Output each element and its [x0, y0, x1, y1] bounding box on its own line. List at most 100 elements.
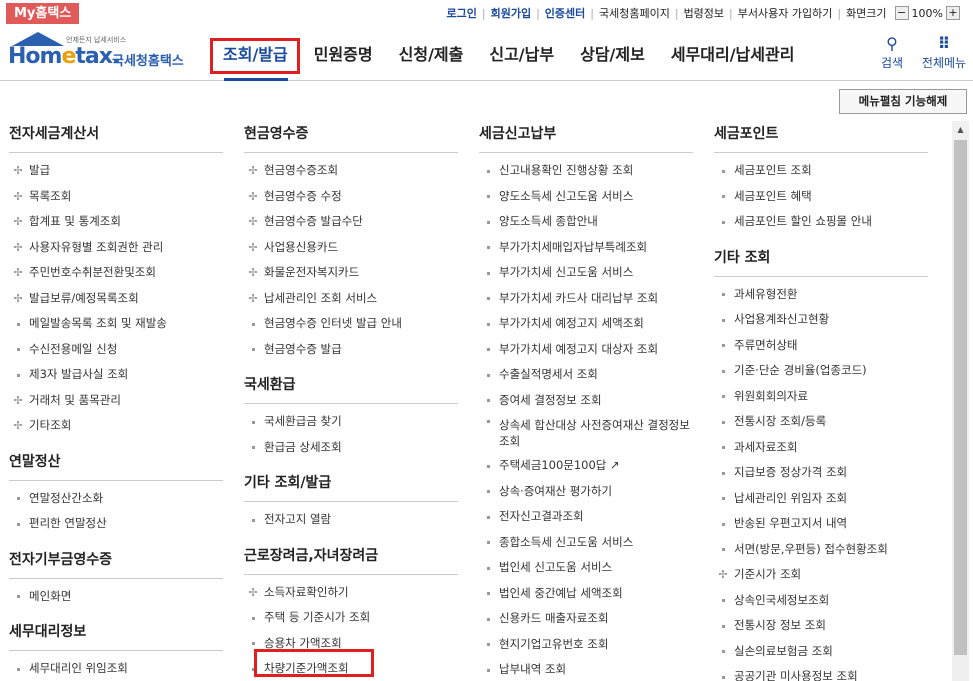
section-title[interactable]: 세금신고납부 [479, 121, 693, 153]
nav-consult-report[interactable]: 상담/제보 [567, 26, 658, 81]
menu-item[interactable]: 사업용계좌신고현황 [714, 307, 928, 333]
dept-user-signup-link[interactable]: 부서사용자 가입하기 [733, 5, 838, 21]
scroll-up-icon[interactable]: ▲ [952, 121, 969, 138]
nav-inquiry-issue[interactable]: 조회/발급 [210, 26, 301, 81]
menu-item[interactable]: 부가가치세매입자납부특례조회 [479, 235, 693, 261]
menu-item[interactable]: 세무대리인 위임조회 [9, 656, 223, 681]
menu-item[interactable]: 편리한 연말정산 [9, 511, 223, 537]
menu-item[interactable]: 양도소득세 종합안내 [479, 209, 693, 235]
menu-item[interactable]: ✢ 목록조회 [9, 184, 223, 210]
menu-item[interactable]: 환급금 상세조회 [244, 435, 458, 461]
menu-item[interactable]: ✢ 주민번호수취분전환및조회 [9, 260, 223, 286]
menu-item[interactable]: 주택 등 기준시가 조회 [244, 605, 458, 631]
hometax-logo[interactable]: 언제든지 납세서비스 Hometax. 국세청홈택스 [8, 32, 193, 72]
menu-item[interactable]: 현금영수증 발급 [244, 337, 458, 363]
menu-item[interactable]: ✢ 사업용신용카드 [244, 235, 458, 261]
menu-item[interactable]: 수출실적명세서 조회 [479, 362, 693, 388]
menu-item[interactable]: ✢ 발급보류/예정목록조회 [9, 286, 223, 312]
menu-item[interactable]: 과세자료조회 [714, 435, 928, 461]
nav-report-pay[interactable]: 신고/납부 [476, 26, 567, 81]
menu-item[interactable]: 세금포인트 할인 쇼핑몰 안내 [714, 209, 928, 235]
signup-link[interactable]: 회원가입 [486, 5, 536, 21]
my-hometax-button[interactable]: My홈택스 [6, 3, 80, 24]
menu-item[interactable]: 제3자 발급사실 조회 [9, 362, 223, 388]
nav-civil-certificate[interactable]: 민원증명 [301, 26, 386, 81]
all-menu-button[interactable]: ⠿ 전체메뉴 [918, 34, 970, 71]
menu-item[interactable]: 기준·단순 경비율(업종코드) [714, 358, 928, 384]
nav-tax-agent[interactable]: 세무대리/납세관리 [658, 26, 808, 81]
menu-item[interactable]: ✢ 사용자유형별 조회권한 관리 [9, 235, 223, 261]
scrollbar-thumb[interactable] [954, 140, 967, 655]
section-title[interactable]: 연말정산 [9, 449, 223, 481]
menu-item[interactable]: 주택세금100문100답 ↗ [479, 453, 693, 479]
menu-unfold-toggle-button[interactable]: 메뉴펼침 기능해제 [839, 89, 967, 114]
menu-item[interactable]: 법인세 신고도움 서비스 [479, 555, 693, 581]
menu-item[interactable]: 부가가치세 예정고지 세액조회 [479, 311, 693, 337]
section-title[interactable]: 국세환급 [244, 372, 458, 404]
law-info-link[interactable]: 법령정보 [679, 5, 729, 21]
menu-item[interactable]: 국세환급금 찾기 [244, 409, 458, 435]
menu-item[interactable]: 양도소득세 신고도움 서비스 [479, 184, 693, 210]
menu-item[interactable]: 전통시장 조회/등록 [714, 409, 928, 435]
login-link[interactable]: 로그인 [442, 5, 482, 21]
menu-item[interactable]: 상속세 합산대상 사전증여재산 결정정보 조회 [479, 413, 693, 453]
nts-homepage-link[interactable]: 국세청홈페이지 [594, 5, 675, 21]
menu-item[interactable]: 법인세 중간예납 세액조회 [479, 581, 693, 607]
menu-item[interactable]: 수신전용메일 신청 [9, 337, 223, 363]
cert-center-link[interactable]: 인증센터 [540, 5, 590, 21]
section-title[interactable]: 전자세금계산서 [9, 121, 223, 153]
menu-item[interactable]: 부가가치세 예정고지 대상자 조회 [479, 337, 693, 363]
menu-item[interactable]: 과세유형전환 [714, 282, 928, 308]
menu-item[interactable]: 연말정산간소화 [9, 486, 223, 512]
zoom-out-button[interactable]: − [894, 6, 909, 20]
menu-item[interactable]: 주류면허상태 [714, 333, 928, 359]
menu-item[interactable]: 부가가치세 신고도움 서비스 [479, 260, 693, 286]
menu-item[interactable]: 공공기관 미사용정보 조회 [714, 664, 928, 681]
section-title[interactable]: 전자기부금영수증 [9, 547, 223, 579]
menu-item[interactable]: ✢ 기타조회 [9, 413, 223, 439]
menu-item[interactable]: 메인화면 [9, 584, 223, 610]
menu-item[interactable]: 부가가치세 카드사 대리납부 조회 [479, 286, 693, 312]
menu-item[interactable]: 위원회회의자료 [714, 384, 928, 410]
menu-item[interactable]: 세금포인트 혜택 [714, 184, 928, 210]
menu-item[interactable]: 전통시장 정보 조회 [714, 613, 928, 639]
menu-item[interactable]: 세금포인트 조회 [714, 158, 928, 184]
menu-item[interactable]: 상속·증여재산 평가하기 [479, 479, 693, 505]
section-title[interactable]: 근로장려금,자녀장려금 [244, 543, 458, 575]
section-title[interactable]: 기타 조회/발급 [244, 470, 458, 502]
menu-item[interactable]: ✢ 납세관리인 조회 서비스 [244, 286, 458, 312]
menu-item[interactable]: 지급보증 정상가격 조회 [714, 460, 928, 486]
menu-item[interactable]: 전자신고결과조회 [479, 504, 693, 530]
menu-item[interactable]: ✢ 거래처 및 품목관리 [9, 388, 223, 414]
nav-apply-submit[interactable]: 신청/제출 [386, 26, 477, 81]
section-title[interactable]: 세무대리정보 [9, 619, 223, 651]
menu-item[interactable]: ✢ 발급 [9, 158, 223, 184]
header-search-button[interactable]: ⚲ 검색 [872, 34, 912, 71]
menu-item[interactable]: 납부내역 조회 [479, 657, 693, 681]
menu-item[interactable]: ✢ 합계표 및 통계조회 [9, 209, 223, 235]
menu-item[interactable]: 현금영수증 인터넷 발급 안내 [244, 311, 458, 337]
menu-item[interactable]: 상속인국세정보조회 [714, 588, 928, 614]
menu-item[interactable]: 현지기업고유번호 조회 [479, 632, 693, 658]
menu-item[interactable]: 전자고지 열람 [244, 507, 458, 533]
section-title[interactable]: 기타 조회 [714, 245, 928, 277]
menu-item[interactable]: 실손의료보험금 조회 [714, 639, 928, 665]
section-title[interactable]: 세금포인트 [714, 121, 928, 153]
menu-item[interactable]: 메일발송목록 조회 및 재발송 [9, 311, 223, 337]
section-title[interactable]: 현금영수증 [244, 121, 458, 153]
menu-item[interactable]: 납세관리인 위임자 조회 [714, 486, 928, 512]
zoom-in-button[interactable]: + [946, 6, 960, 20]
menu-item[interactable]: 반송된 우편고지서 내역 [714, 511, 928, 537]
menu-item[interactable]: 신고내용확인 진행상황 조회 [479, 158, 693, 184]
menu-item[interactable]: 서면(방문,우편등) 접수현황조회 [714, 537, 928, 563]
menu-item[interactable]: 증여세 결정정보 조회 [479, 388, 693, 414]
menu-item[interactable]: 신용카드 매출자료조회 [479, 606, 693, 632]
vertical-scrollbar[interactable]: ▲ [952, 121, 969, 681]
menu-item[interactable]: ✢ 소득자료확인하기 [244, 580, 458, 606]
menu-item[interactable]: ✢ 현금영수증 발급수단 [244, 209, 458, 235]
menu-item[interactable]: ✢ 현금영수증 수정 [244, 184, 458, 210]
menu-item[interactable]: 종합소득세 신고도움 서비스 [479, 530, 693, 556]
menu-item[interactable]: ✢ 기준시가 조회 [714, 562, 928, 588]
menu-item[interactable]: ✢ 현금영수증조회 [244, 158, 458, 184]
menu-item[interactable]: ✢ 화물운전자복지카드 [244, 260, 458, 286]
